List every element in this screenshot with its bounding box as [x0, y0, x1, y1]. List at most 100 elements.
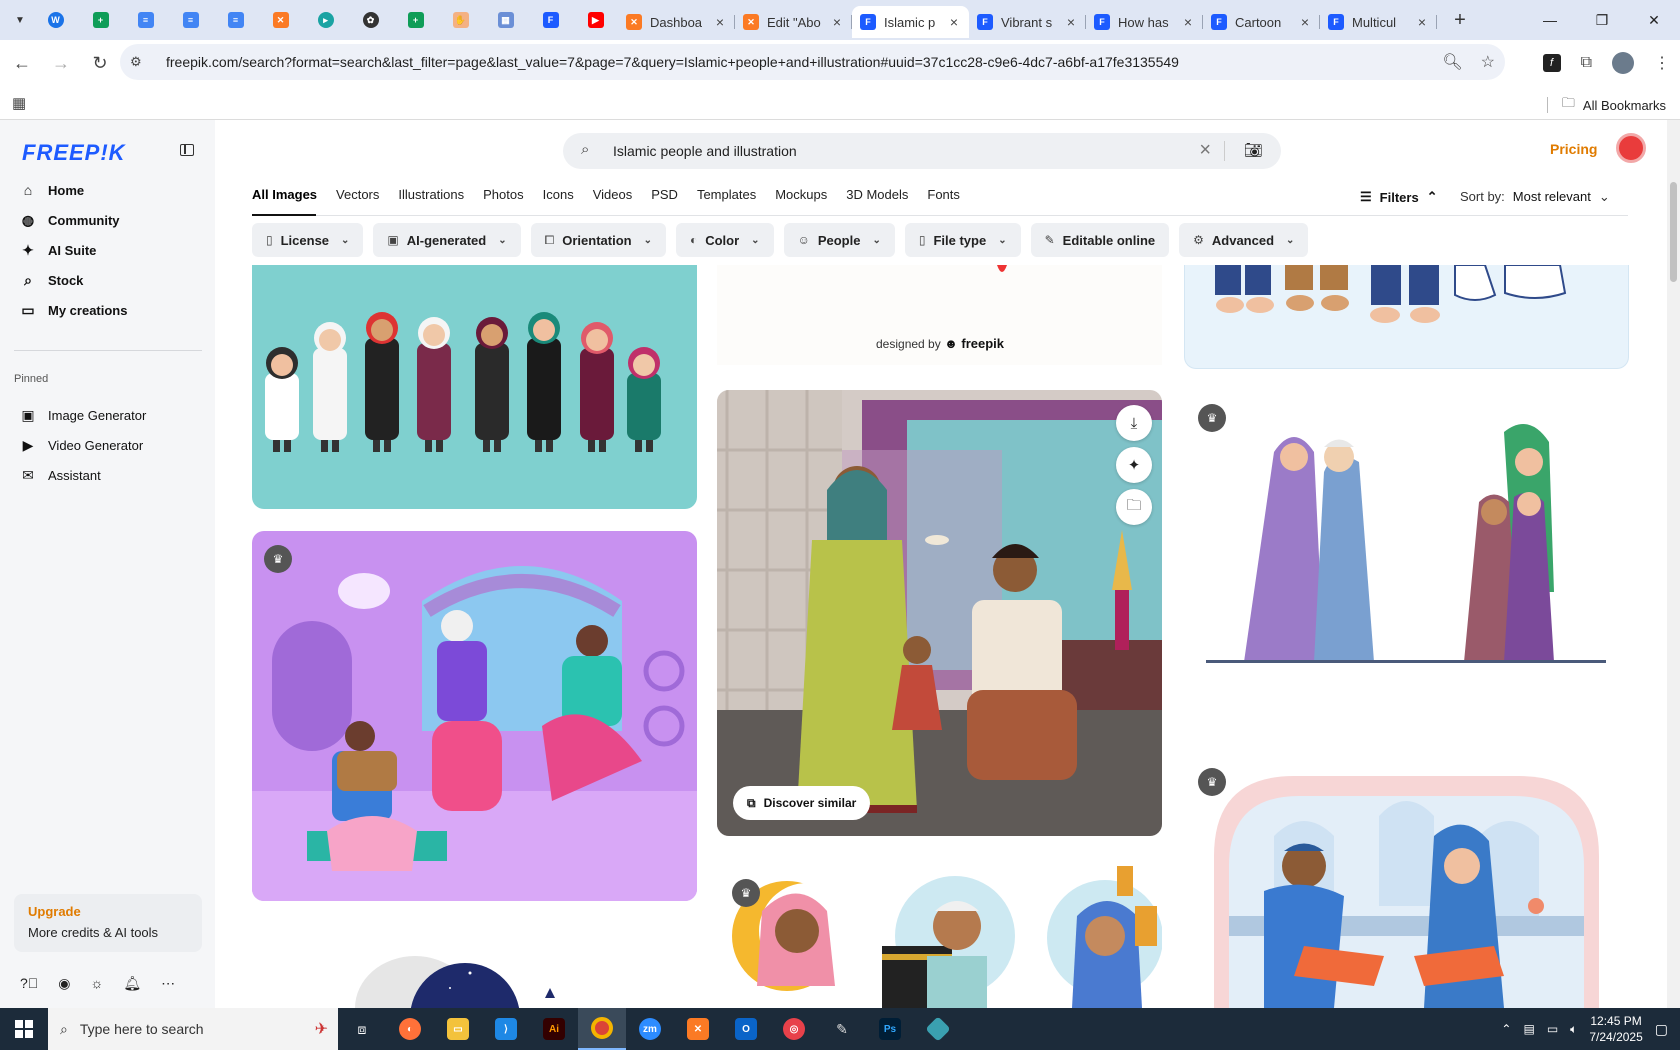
- volume-icon[interactable]: 🔈︎: [1570, 1022, 1577, 1037]
- taskbar-outlook[interactable]: O: [722, 1008, 770, 1050]
- filter-chip-people[interactable]: ☺ People ⌄: [783, 223, 895, 257]
- bookmark-star-icon[interactable]: ☆: [1481, 52, 1495, 72]
- display-icon[interactable]: ▭: [1547, 1022, 1558, 1036]
- image-card[interactable]: ♛: [1184, 392, 1629, 682]
- image-card[interactable]: ♛: [1184, 756, 1629, 1008]
- tab-psd[interactable]: PSD: [651, 187, 678, 202]
- extension-icon[interactable]: f: [1542, 54, 1561, 72]
- tab-fonts[interactable]: Fonts: [927, 187, 960, 202]
- address-bar[interactable]: ⚙ freepik.com/search?format=search&last_…: [120, 44, 1505, 80]
- filter-chip-file-type[interactable]: ▯ File type ⌄: [904, 223, 1021, 257]
- pinned-item-video-generator[interactable]: ▶ Video Generator: [20, 435, 144, 455]
- taskbar-vscode[interactable]: ⟩: [482, 1008, 530, 1050]
- browser-tab[interactable]: ✕ Edit "Abo ×: [735, 6, 852, 38]
- close-tab-icon[interactable]: ×: [1415, 14, 1429, 30]
- image-card[interactable]: ♛: [252, 531, 697, 901]
- extensions-puzzle-icon[interactable]: ⧉: [1581, 54, 1592, 72]
- apps-grid-icon[interactable]: ▦: [12, 94, 26, 112]
- pinned-item-image-generator[interactable]: ▣ Image Generator: [20, 405, 146, 425]
- task-view-button[interactable]: ⧈: [338, 1008, 386, 1050]
- close-tab-icon[interactable]: ×: [830, 14, 844, 30]
- chevron-up-icon[interactable]: ⌃: [1501, 1022, 1511, 1036]
- pinned-tab[interactable]: ≡: [123, 0, 168, 40]
- notifications-icon[interactable]: ▢: [1655, 1021, 1668, 1038]
- close-tab-icon[interactable]: ×: [1298, 14, 1312, 30]
- close-tab-icon[interactable]: ×: [1064, 14, 1078, 30]
- image-card[interactable]: ♛: [717, 866, 1162, 1008]
- filter-chip-advanced[interactable]: ⚙ Advanced ⌄: [1179, 223, 1309, 257]
- taskbar-pen-tool[interactable]: ✎: [818, 1008, 866, 1050]
- close-window-icon[interactable]: ✕: [1628, 0, 1680, 40]
- filters-button[interactable]: ☰ Filters ⌃: [1360, 189, 1438, 205]
- tab-mockups[interactable]: Mockups: [775, 187, 827, 202]
- pricing-link[interactable]: Pricing: [1550, 141, 1597, 157]
- pinned-tab[interactable]: ▶: [573, 0, 618, 40]
- save-collection-icon[interactable]: 🗀: [1116, 489, 1152, 525]
- filter-chip-orientation[interactable]: ⧠ Orientation ⌄: [530, 223, 666, 257]
- sidebar-item-home[interactable]: ⌂ Home: [20, 180, 84, 200]
- zoom-icon[interactable]: 🔍︎: [1442, 52, 1462, 72]
- pinned-tab[interactable]: F: [528, 0, 573, 40]
- back-button[interactable]: ←: [5, 46, 39, 80]
- profile-avatar[interactable]: [1612, 52, 1634, 74]
- discord-icon[interactable]: ◉: [58, 975, 70, 992]
- more-icon[interactable]: ⋯: [161, 975, 175, 992]
- browser-tab[interactable]: F How has ×: [1086, 6, 1203, 38]
- user-avatar[interactable]: [1616, 133, 1646, 163]
- search-input[interactable]: Islamic people and illustration: [613, 143, 797, 159]
- image-card[interactable]: [252, 265, 697, 509]
- pinned-tab[interactable]: +: [393, 0, 438, 40]
- clear-search-icon[interactable]: ×: [1199, 139, 1211, 162]
- image-card[interactable]: [340, 948, 560, 1008]
- sidebar-item-community[interactable]: ◍ Community: [20, 210, 120, 230]
- filter-chip-color[interactable]: ◐ Color ⌄: [675, 223, 774, 257]
- pinned-tab[interactable]: ✋: [438, 0, 483, 40]
- scrollbar-thumb[interactable]: [1670, 182, 1677, 282]
- taskbar-photoshop[interactable]: Ps: [866, 1008, 914, 1050]
- minimize-icon[interactable]: —: [1524, 0, 1576, 40]
- tab-all-images[interactable]: All Images: [252, 187, 317, 202]
- network-icon[interactable]: ▤: [1523, 1022, 1534, 1036]
- taskbar-file-explorer[interactable]: ▭: [434, 1008, 482, 1050]
- tab-3d-models[interactable]: 3D Models: [846, 187, 908, 202]
- pinned-tab[interactable]: ▦: [483, 0, 528, 40]
- new-tab-button[interactable]: +: [1445, 5, 1475, 35]
- pinned-tab[interactable]: ✿: [348, 0, 393, 40]
- camera-search-icon[interactable]: 📷︎: [1244, 141, 1263, 159]
- reload-button[interactable]: ↻: [83, 46, 117, 80]
- filter-chip-license[interactable]: ▯ License ⌄: [252, 223, 364, 257]
- sidebar-item-ai-suite[interactable]: ✦ AI Suite: [20, 240, 96, 260]
- close-tab-icon[interactable]: ×: [1181, 14, 1195, 30]
- taskbar-xampp[interactable]: ✕: [674, 1008, 722, 1050]
- filter-chip-editable-online[interactable]: ✎ Editable online: [1030, 223, 1170, 257]
- upgrade-card[interactable]: Upgrade More credits & AI tools: [14, 894, 202, 952]
- restore-icon[interactable]: ❐: [1576, 0, 1628, 40]
- page-scrollbar[interactable]: [1667, 120, 1680, 1008]
- tab-videos[interactable]: Videos: [593, 187, 633, 202]
- all-bookmarks-button[interactable]: 🗀 All Bookmarks: [1546, 94, 1666, 116]
- filter-chip-ai-generated[interactable]: ▣ AI-generated ⌄: [373, 223, 521, 257]
- taskbar-search[interactable]: ⌕ Type here to search ✈: [48, 1008, 338, 1050]
- pinned-tab[interactable]: +: [78, 0, 123, 40]
- pinned-tab[interactable]: ✕: [258, 0, 303, 40]
- taskbar-creative-cloud[interactable]: ◎: [770, 1008, 818, 1050]
- taskbar-illustrator[interactable]: Ai: [530, 1008, 578, 1050]
- close-tab-icon[interactable]: ×: [947, 14, 961, 30]
- pinned-tab[interactable]: ≡: [168, 0, 213, 40]
- discover-similar-button[interactable]: ⧉ Discover similar: [733, 786, 871, 820]
- tab-illustrations[interactable]: Illustrations: [398, 187, 464, 202]
- browser-tab[interactable]: F Multicul ×: [1320, 6, 1437, 38]
- sidebar-item-stock[interactable]: ⌕ Stock: [20, 270, 83, 290]
- browser-tab[interactable]: F Cartoon ×: [1203, 6, 1320, 38]
- help-icon[interactable]: ?⃝: [20, 975, 38, 992]
- start-button[interactable]: [0, 1008, 48, 1050]
- forward-button[interactable]: →: [44, 46, 78, 80]
- taskbar-app[interactable]: [914, 1008, 962, 1050]
- browser-menu-icon[interactable]: ⋮: [1654, 53, 1670, 73]
- freepik-logo[interactable]: FREEP!K: [22, 140, 126, 166]
- pinned-tab[interactable]: ▸: [303, 0, 348, 40]
- taskbar-firefox[interactable]: ◐: [386, 1008, 434, 1050]
- notifications-icon[interactable]: 🔔︎: [123, 975, 141, 992]
- tab-search-button[interactable]: ▼: [7, 7, 33, 33]
- tab-icons[interactable]: Icons: [543, 187, 574, 202]
